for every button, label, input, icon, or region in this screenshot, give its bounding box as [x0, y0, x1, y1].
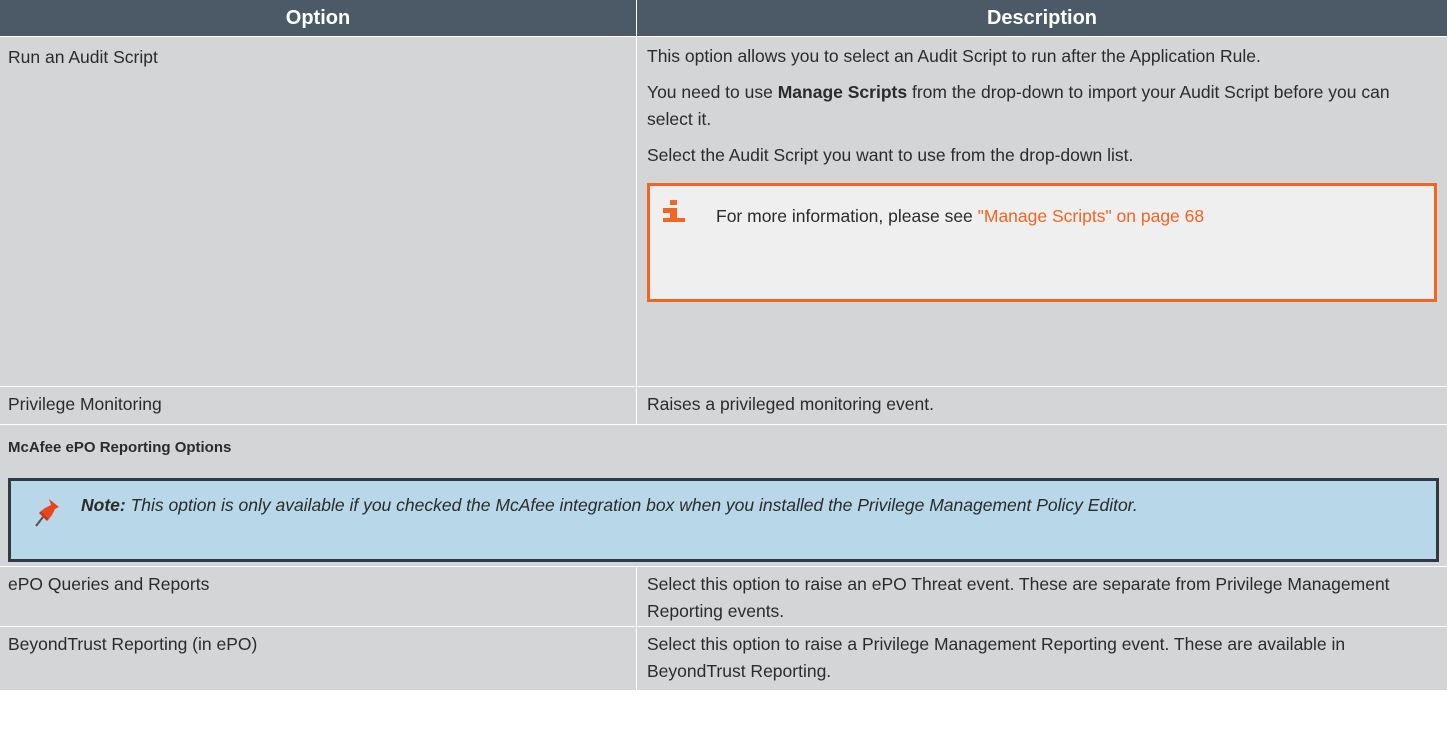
text-span: For more information, please see	[716, 206, 978, 226]
description-cell: Select this option to raise a Privilege …	[647, 634, 1346, 681]
info-callout: For more information, please see "Manage…	[647, 183, 1437, 302]
callout-text: For more information, please see "Manage…	[716, 197, 1204, 288]
option-cell: Privilege Monitoring	[0, 387, 637, 424]
table-row: BeyondTrust Reporting (in ePO) Select th…	[0, 626, 1447, 690]
description-cell: This option allows you to select an Audi…	[637, 37, 1447, 386]
description-cell: Raises a privileged monitoring event.	[647, 394, 934, 414]
description-paragraph: This option allows you to select an Audi…	[647, 46, 1261, 66]
table-row: Run an Audit Script This option allows y…	[0, 36, 1447, 386]
section-row: McAfee ePO Reporting Options Note: This …	[0, 424, 1447, 566]
option-cell: ePO Queries and Reports	[0, 567, 637, 626]
description-cell: Select this option to raise an ePO Threa…	[647, 574, 1390, 621]
header-option: Option	[0, 0, 637, 36]
option-cell: Run an Audit Script	[0, 37, 637, 386]
options-table: Option Description Run an Audit Script T…	[0, 0, 1447, 690]
bold-term: Manage Scripts	[777, 82, 908, 102]
description-paragraph: You need to use Manage Scripts from the …	[647, 79, 1437, 133]
table-row: ePO Queries and Reports Select this opti…	[0, 566, 1447, 626]
note-text: Note: This option is only available if y…	[81, 491, 1138, 549]
table-row: Privilege Monitoring Raises a privileged…	[0, 386, 1447, 424]
manage-scripts-link[interactable]: "Manage Scripts" on page 68	[978, 206, 1204, 226]
section-title: McAfee ePO Reporting Options	[8, 439, 232, 456]
info-icon	[660, 197, 688, 288]
note-callout: Note: This option is only available if y…	[8, 478, 1439, 562]
description-paragraph: Select the Audit Script you want to use …	[647, 145, 1134, 165]
option-cell: BeyondTrust Reporting (in ePO)	[0, 627, 637, 690]
header-description: Description	[986, 6, 1098, 29]
table-header: Option Description	[0, 0, 1447, 36]
note-label: Note:	[81, 495, 126, 515]
text-span: This option is only available if you che…	[125, 495, 1138, 515]
text-span: You need to use	[647, 82, 778, 102]
pushpin-icon	[19, 491, 75, 549]
